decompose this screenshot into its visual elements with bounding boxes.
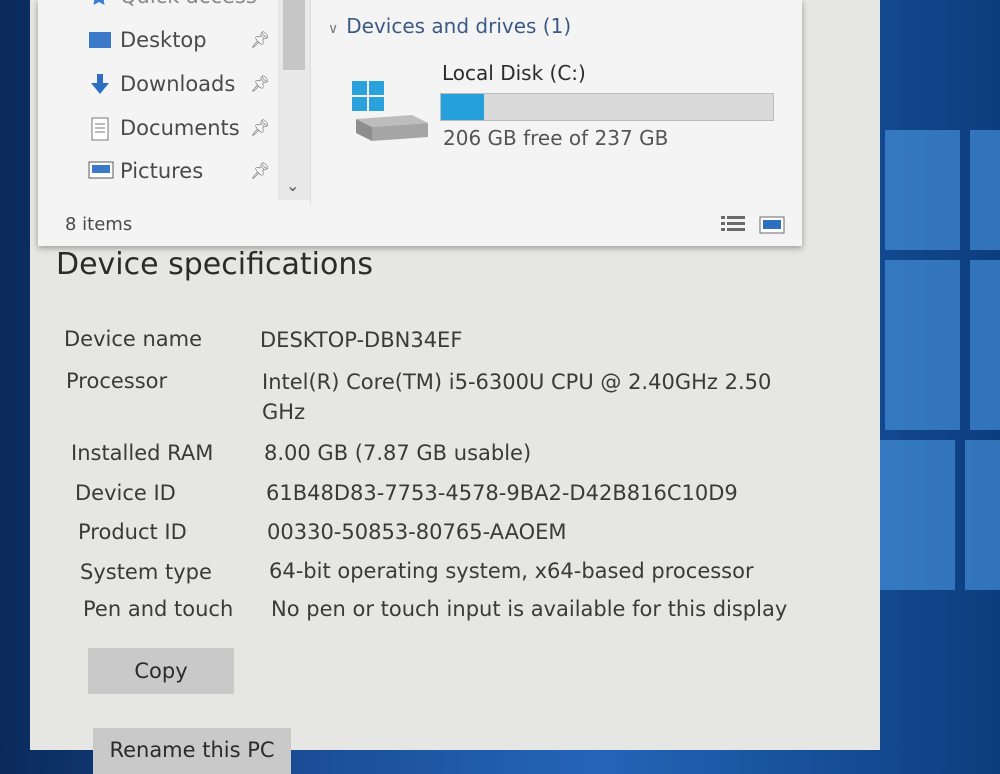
nav-item-pictures[interactable]: Pictures <box>88 159 203 183</box>
file-explorer-window: Quick access Desktop 📌︎ Downloads 📌︎ Doc… <box>38 0 802 246</box>
nav-label: Documents <box>120 116 240 140</box>
spec-value: No pen or touch input is available for t… <box>271 597 788 621</box>
drive-usage-fill <box>441 94 485 120</box>
nav-label: Quick access <box>120 0 257 8</box>
spec-value: 8.00 GB (7.87 GB usable) <box>264 441 532 465</box>
pin-icon[interactable]: 📌︎ <box>250 74 270 93</box>
pin-icon[interactable]: 📌︎ <box>250 30 270 49</box>
scroll-thumb[interactable] <box>283 0 305 70</box>
spec-label: Pen and touch <box>83 597 234 621</box>
wallpaper-pane <box>965 440 1000 590</box>
windows-drive-icon <box>350 79 430 153</box>
desktop-icon <box>88 29 112 51</box>
pictures-icon <box>88 160 114 182</box>
download-arrow-icon <box>88 73 112 95</box>
spec-label: Installed RAM <box>71 441 214 465</box>
spec-value: Intel(R) Core(TM) i5-6300U CPU @ 2.40GHz… <box>262 370 772 424</box>
pane-divider <box>310 0 311 205</box>
chevron-down-icon: ∨ <box>328 21 339 37</box>
nav-item-downloads[interactable]: Downloads <box>88 72 235 96</box>
wallpaper-pane <box>885 260 960 430</box>
section-heading: Device specifications <box>56 247 373 282</box>
spec-value: 00330-50853-80765-AAOEM <box>267 520 567 544</box>
spec-value: 64-bit operating system, x64-based proce… <box>269 559 754 583</box>
spec-label: Device name <box>64 327 203 351</box>
nav-label: Desktop <box>120 28 207 52</box>
wallpaper-pane <box>885 130 960 250</box>
pin-icon[interactable]: 📌︎ <box>250 161 270 180</box>
quick-access-item[interactable]: Quick access <box>88 0 257 8</box>
nav-item-documents[interactable]: Documents <box>88 116 240 141</box>
rename-pc-button[interactable]: Rename this PC <box>93 728 291 774</box>
nav-item-desktop[interactable]: Desktop <box>88 28 207 52</box>
wallpaper-pane <box>875 440 955 590</box>
spec-value: 61B48D83-7753-4578-9BA2-D42B816C10D9 <box>266 481 738 505</box>
wallpaper-pane <box>970 260 1000 430</box>
devices-drives-header[interactable]: ∨ Devices and drives (1) <box>328 14 571 38</box>
chevron-down-icon[interactable]: ⌄ <box>286 176 299 195</box>
nav-scrollbar[interactable]: ⌄ <box>278 0 310 200</box>
large-icons-view-icon[interactable] <box>758 214 786 240</box>
details-view-icon[interactable] <box>720 214 746 240</box>
drive-usage-bar <box>440 93 774 121</box>
document-icon <box>88 117 112 141</box>
drive-free-space: 206 GB free of 237 GB <box>443 126 669 150</box>
star-icon <box>88 0 112 7</box>
spec-label: Processor <box>66 369 168 393</box>
pin-icon[interactable]: 📌︎ <box>250 118 270 137</box>
wallpaper-pane <box>970 130 1000 250</box>
spec-label: Device ID <box>75 481 176 505</box>
spec-label: System type <box>80 560 212 584</box>
section-title-label: Devices and drives (1) <box>346 14 572 38</box>
nav-label: Downloads <box>120 72 236 96</box>
spec-label: Product ID <box>78 520 187 544</box>
copy-button[interactable]: Copy <box>88 648 234 694</box>
drive-name: Local Disk (C:) <box>442 61 586 85</box>
spec-value: DESKTOP-DBN34EF <box>260 328 463 352</box>
status-item-count: 8 items <box>65 214 133 235</box>
nav-label: Pictures <box>120 159 204 183</box>
